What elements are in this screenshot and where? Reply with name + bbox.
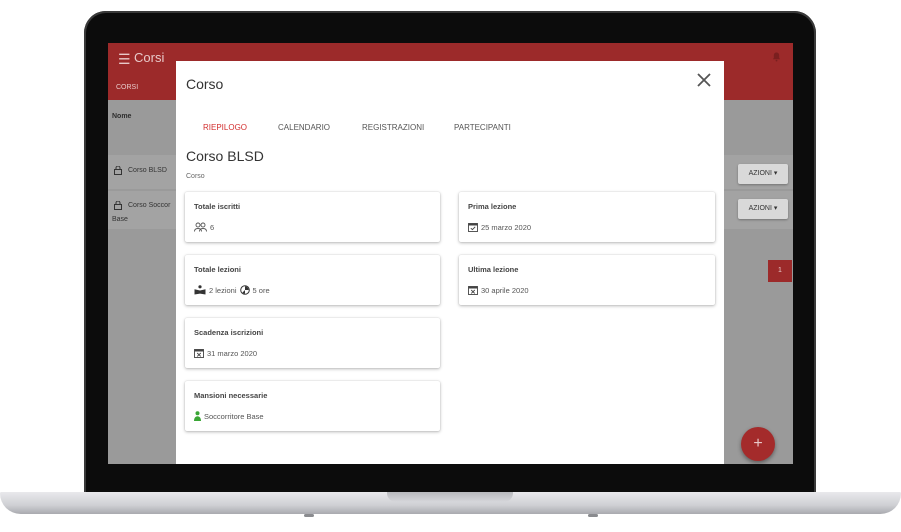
card-value: 30 aprile 2020 [468, 285, 529, 295]
card-value: 2 lezioni 5 ore [194, 285, 270, 295]
calendar-check-icon [468, 223, 478, 232]
card-value: 31 marzo 2020 [194, 348, 257, 358]
card-value: 25 marzo 2020 [468, 222, 531, 232]
card-title: Ultima lezione [468, 265, 519, 274]
card-title: Totale iscritti [194, 202, 241, 211]
azioni-button[interactable]: AZIONI ▾ [738, 199, 788, 219]
card-ultima-lezione: Ultima lezione 30 aprile 2020 [459, 255, 715, 305]
lock-icon [114, 166, 122, 175]
tab-corsi[interactable]: CORSI [116, 84, 138, 91]
course-subtitle: Corso [186, 173, 205, 180]
calendar-x-icon [194, 349, 204, 358]
hours-count: 5 ore [252, 285, 270, 295]
people-icon [194, 222, 207, 232]
first-lesson-date: 25 marzo 2020 [481, 222, 532, 232]
laptop-foot [304, 514, 314, 517]
row-name: Corso Soccor [128, 202, 171, 209]
card-title: Prima lezione [468, 202, 517, 211]
tab-registrazioni[interactable]: REGISTRAZIONI [362, 123, 424, 132]
lessons-count: 2 lezioni [209, 285, 237, 295]
laptop-foot [588, 514, 598, 517]
app-title: Corsi [134, 50, 165, 65]
dialog-title: Corso [186, 76, 224, 92]
laptop-notch [387, 492, 513, 502]
tab-partecipanti[interactable]: PARTECIPANTI [454, 123, 511, 132]
card-prima-lezione: Prima lezione 25 marzo 2020 [459, 192, 715, 242]
lock-icon [114, 201, 122, 210]
bell-icon[interactable] [772, 52, 781, 62]
book-reader-icon [194, 285, 206, 295]
row-name-line2: Base [112, 216, 128, 223]
person-icon [194, 411, 201, 421]
pagination-current-page[interactable]: 1 [768, 260, 792, 282]
enrolled-count: 6 [210, 222, 215, 232]
add-course-button[interactable]: + [741, 427, 775, 461]
last-lesson-date: 30 aprile 2020 [481, 285, 529, 295]
card-title: Scadenza iscrizioni [194, 328, 264, 337]
row-name: Corso BLSD [128, 167, 167, 174]
required-role: Soccorritore Base [204, 411, 264, 421]
card-totale-lezioni: Totale lezioni 2 lezioni 5 ore [185, 255, 440, 305]
tab-riepilogo[interactable]: RIEPILOGO [203, 123, 247, 132]
clock-icon [239, 285, 250, 295]
calendar-x-icon [468, 286, 478, 295]
course-name: Corso BLSD [186, 148, 264, 164]
card-scadenza-iscrizioni: Scadenza iscrizioni 31 marzo 2020 [185, 318, 440, 368]
card-title: Mansioni necessarie [194, 391, 268, 400]
card-mansioni-necessarie: Mansioni necessarie Soccorritore Base [185, 381, 440, 431]
menu-icon[interactable]: ☰ [118, 51, 131, 68]
close-icon[interactable] [695, 71, 713, 89]
card-title: Totale lezioni [194, 265, 241, 274]
card-value: Soccorritore Base [194, 411, 264, 421]
tab-calendario[interactable]: CALENDARIO [278, 123, 330, 132]
registration-deadline: 31 marzo 2020 [207, 348, 258, 358]
card-totale-iscritti: Totale iscritti 6 [185, 192, 440, 242]
column-header-nome: Nome [112, 113, 132, 120]
azioni-button[interactable]: AZIONI ▾ [738, 164, 788, 184]
card-value: 6 [194, 222, 214, 232]
course-dialog: Corso RIEPILOGO CALENDARIO REGISTRAZIONI… [176, 61, 724, 464]
